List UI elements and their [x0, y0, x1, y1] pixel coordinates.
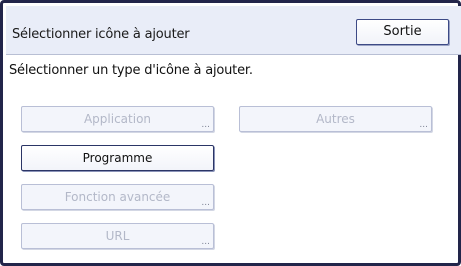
dialog-title: Sélectionner icône à ajouter: [12, 27, 190, 42]
instruction-text: Sélectionner un type d'icône à ajouter.: [9, 63, 253, 78]
exit-button[interactable]: Sortie: [356, 19, 449, 45]
dialog-frame: Sélectionner icône à ajouter Sortie Séle…: [0, 0, 461, 266]
application-button[interactable]: Application ...: [21, 106, 214, 132]
fonction-avancee-button[interactable]: Fonction avancée ...: [21, 184, 214, 210]
autres-button[interactable]: Autres ...: [239, 106, 432, 132]
url-button[interactable]: URL ...: [21, 223, 214, 249]
more-options-icon: ...: [201, 198, 210, 208]
application-button-label: Application: [83, 112, 152, 126]
more-options-icon: ...: [419, 120, 428, 130]
url-button-label: URL: [105, 229, 130, 243]
more-options-icon: ...: [201, 237, 210, 247]
programme-button-label: Programme: [82, 151, 153, 165]
fonction-avancee-button-label: Fonction avancée: [64, 190, 171, 204]
more-options-icon: ...: [201, 120, 210, 130]
programme-button[interactable]: Programme: [21, 145, 214, 171]
autres-button-label: Autres: [316, 112, 355, 126]
